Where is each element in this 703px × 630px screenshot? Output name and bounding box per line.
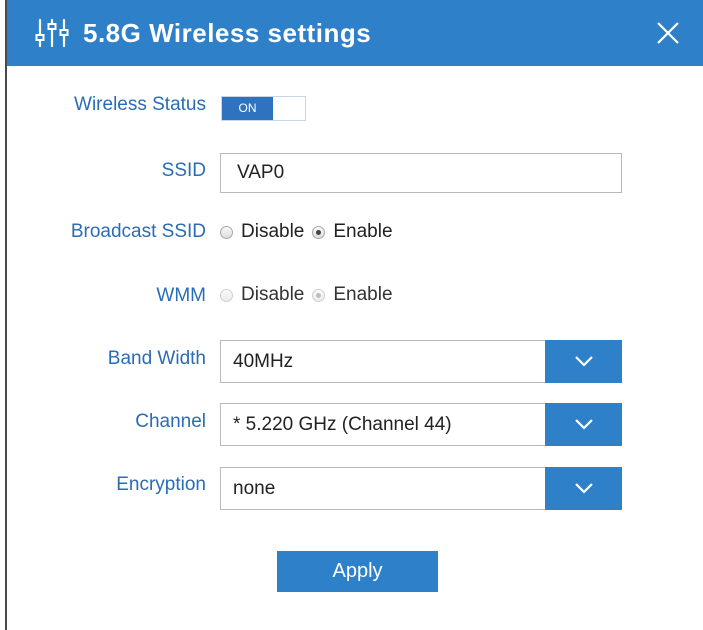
broadcast-ssid-disable-radio[interactable] bbox=[220, 225, 233, 239]
ssid-input[interactable] bbox=[220, 153, 622, 193]
wireless-settings-dialog: 5.8G Wireless settings Wireless Status O… bbox=[7, 0, 703, 630]
wmm-enable-option[interactable]: Enable bbox=[312, 284, 393, 306]
band-width-dropdown-button[interactable] bbox=[545, 340, 622, 383]
wmm-label: WMM bbox=[156, 285, 206, 306]
wireless-status-toggle[interactable]: ON bbox=[221, 96, 306, 121]
channel-label: Channel bbox=[135, 411, 206, 432]
encryption-label: Encryption bbox=[116, 474, 206, 495]
wmm-radio-group: Disable Enable bbox=[220, 283, 393, 307]
broadcast-ssid-enable-text: Enable bbox=[333, 221, 393, 242]
encryption-value: none bbox=[233, 478, 276, 499]
window-edge bbox=[0, 0, 7, 630]
wireless-status-label: Wireless Status bbox=[74, 94, 206, 115]
band-width-value: 40MHz bbox=[233, 351, 294, 372]
band-width-label: Band Width bbox=[107, 348, 206, 369]
chevron-down-icon bbox=[575, 356, 593, 367]
dialog-titlebar: 5.8G Wireless settings bbox=[7, 0, 703, 66]
encryption-select[interactable]: none bbox=[220, 467, 622, 510]
broadcast-ssid-enable-option[interactable]: Enable bbox=[312, 221, 393, 243]
chevron-down-icon bbox=[575, 419, 593, 430]
chevron-down-icon bbox=[575, 483, 593, 494]
broadcast-ssid-label: Broadcast SSID bbox=[70, 221, 206, 242]
channel-dropdown-button[interactable] bbox=[545, 403, 622, 446]
encryption-dropdown-button[interactable] bbox=[545, 467, 622, 510]
channel-select[interactable]: * 5.220 GHz (Channel 44) bbox=[220, 403, 622, 446]
sliders-icon bbox=[35, 18, 69, 48]
close-icon[interactable] bbox=[653, 18, 683, 48]
wmm-disable-radio[interactable] bbox=[220, 288, 233, 302]
dialog-title: 5.8G Wireless settings bbox=[83, 18, 372, 48]
broadcast-ssid-radio-group: Disable Enable bbox=[220, 220, 393, 244]
wmm-enable-radio[interactable] bbox=[312, 288, 326, 302]
broadcast-ssid-disable-text: Disable bbox=[241, 221, 305, 242]
wmm-enable-text: Enable bbox=[333, 284, 393, 305]
toggle-on-indicator: ON bbox=[222, 97, 273, 120]
ssid-label: SSID bbox=[161, 160, 206, 181]
broadcast-ssid-enable-radio[interactable] bbox=[312, 225, 326, 239]
wmm-disable-text: Disable bbox=[241, 284, 305, 305]
broadcast-ssid-disable-option[interactable]: Disable bbox=[220, 221, 304, 243]
channel-value: * 5.220 GHz (Channel 44) bbox=[233, 414, 452, 435]
apply-button[interactable]: Apply bbox=[277, 551, 438, 592]
wmm-disable-option[interactable]: Disable bbox=[220, 284, 304, 306]
band-width-select[interactable]: 40MHz bbox=[220, 340, 622, 383]
